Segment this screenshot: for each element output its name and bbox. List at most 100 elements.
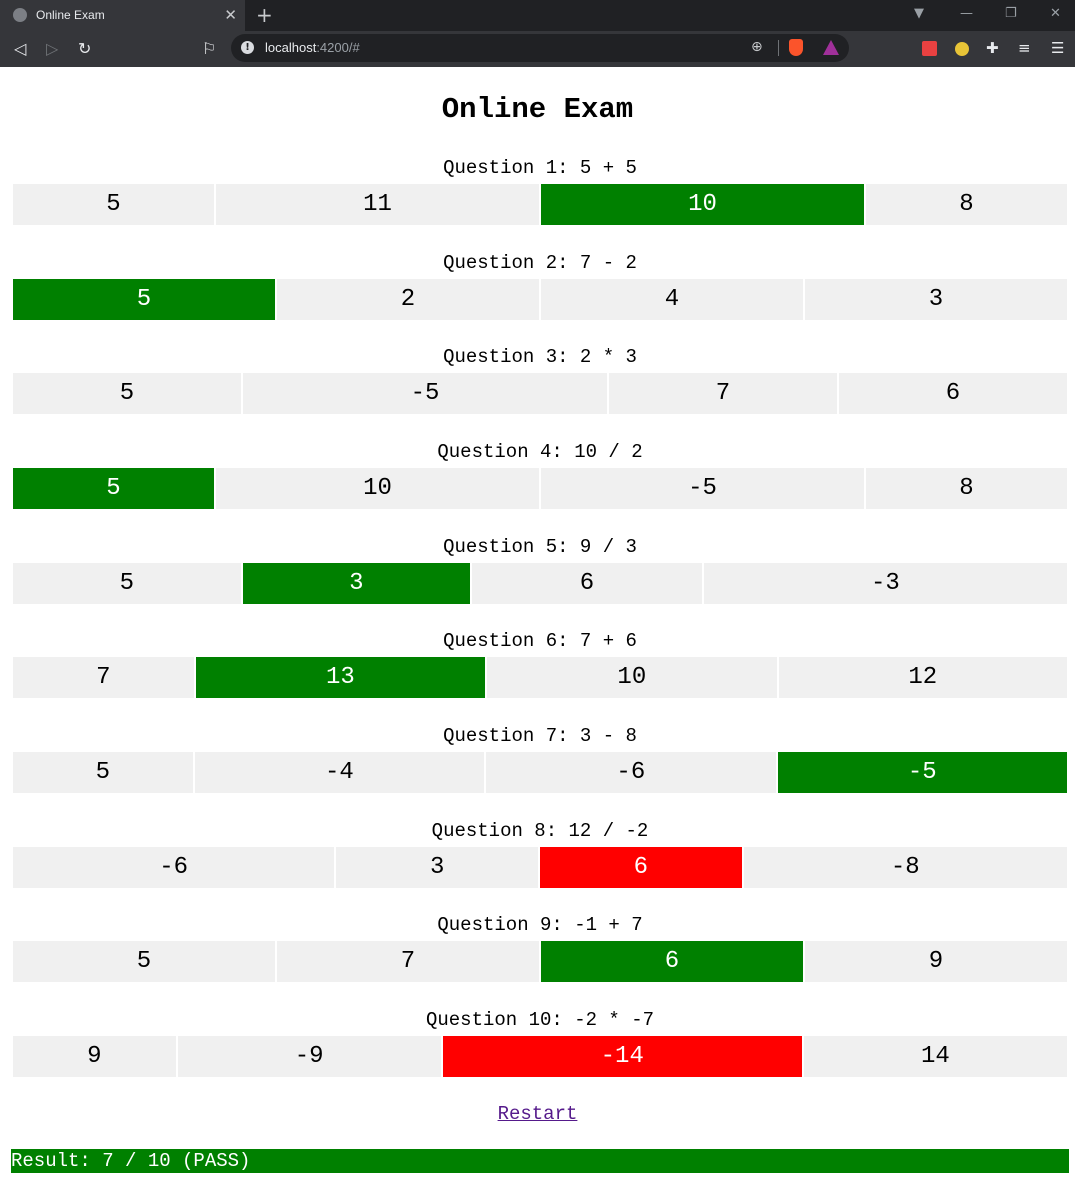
- divider: [778, 40, 779, 56]
- restart-container: Restart: [0, 1103, 1075, 1125]
- extension-icon[interactable]: [922, 41, 937, 56]
- brave-rewards-icon[interactable]: [823, 40, 839, 55]
- answer-option[interactable]: -8: [743, 847, 1067, 888]
- question-block: Question 10: -2 * -7 9 -9 -14 14: [13, 1007, 1067, 1077]
- question-label: Question 2: 7 - 2: [443, 252, 637, 274]
- answer-option[interactable]: 13: [195, 657, 486, 698]
- answer-option[interactable]: 6: [540, 847, 742, 888]
- answer-option[interactable]: 9: [13, 1036, 176, 1077]
- answer-option[interactable]: 11: [216, 184, 539, 225]
- question-label: Question 6: 7 + 6: [443, 630, 637, 652]
- question-block: Question 2: 7 - 2 5243: [13, 250, 1067, 320]
- answer-options: 5 3 6 -3: [13, 563, 1067, 604]
- answer-option[interactable]: 5: [13, 941, 275, 982]
- url-text: localhost:4200/#: [265, 40, 360, 55]
- answer-option[interactable]: -9: [177, 1036, 441, 1077]
- tab-search-icon[interactable]: ▼: [914, 6, 924, 21]
- restart-link[interactable]: Restart: [498, 1103, 578, 1125]
- answer-option[interactable]: 5: [13, 373, 241, 414]
- answer-option[interactable]: -4: [194, 752, 485, 793]
- answer-option[interactable]: 12: [778, 657, 1068, 698]
- answer-options: -6 3 6 -8: [13, 847, 1067, 888]
- answer-option[interactable]: 5: [13, 563, 241, 604]
- question-label: Question 5: 9 / 3: [443, 536, 637, 558]
- minimize-icon[interactable]: —: [960, 6, 973, 21]
- extensions-puzzle-icon[interactable]: ✚: [986, 39, 999, 57]
- answer-option[interactable]: 6: [472, 563, 702, 604]
- answer-option[interactable]: 5: [13, 184, 214, 225]
- answer-option[interactable]: -6: [486, 752, 776, 793]
- answer-option[interactable]: 5: [13, 279, 275, 320]
- answer-option[interactable]: 3: [805, 279, 1067, 320]
- answer-option[interactable]: 8: [866, 184, 1067, 225]
- answer-option[interactable]: 8: [866, 468, 1067, 509]
- answer-options: 5 11 10 8: [13, 184, 1067, 225]
- question-label: Question 3: 2 * 3: [443, 346, 637, 368]
- answer-option[interactable]: 7: [13, 657, 194, 698]
- answer-option[interactable]: 2: [277, 279, 539, 320]
- site-info-icon[interactable]: !: [241, 41, 254, 54]
- extension-icon[interactable]: [955, 42, 969, 56]
- new-tab-icon[interactable]: +: [256, 3, 273, 27]
- answer-option[interactable]: 10: [216, 468, 539, 509]
- browser-titlebar: Online Exam ✕ + ▼ — ❐ ✕: [0, 0, 1075, 31]
- answer-option[interactable]: 3: [242, 563, 471, 604]
- back-icon[interactable]: ◁: [14, 39, 26, 58]
- close-tab-icon[interactable]: ✕: [224, 6, 237, 24]
- answer-option[interactable]: -5: [541, 468, 864, 509]
- brave-shields-icon[interactable]: [789, 39, 803, 56]
- menu-icon[interactable]: ☰: [1051, 39, 1064, 57]
- question-block: Question 5: 9 / 3 5 3 6 -3: [13, 534, 1067, 604]
- answer-option[interactable]: 6: [839, 373, 1067, 414]
- question-label: Question 7: 3 - 8: [443, 725, 637, 747]
- answer-option[interactable]: 10: [541, 184, 864, 225]
- answer-option[interactable]: 4: [541, 279, 803, 320]
- question-block: Question 1: 5 + 5 5 11 10 8: [13, 155, 1067, 225]
- answer-option[interactable]: 9: [805, 941, 1067, 982]
- url-host: localhost: [265, 40, 317, 55]
- browser-toolbar: ◁ ▷ ↻ ⚐ ! localhost:4200/# ⊕ ✚ ≡ ☰: [0, 31, 1075, 67]
- forward-icon[interactable]: ▷: [46, 39, 58, 58]
- answer-options: 5 10 -5 8: [13, 468, 1067, 509]
- restore-icon[interactable]: ❐: [1005, 6, 1017, 21]
- answer-options: 5769: [13, 941, 1067, 982]
- answer-options: 9 -9 -14 14: [13, 1036, 1067, 1077]
- answer-option[interactable]: -14: [442, 1036, 802, 1077]
- answer-option[interactable]: 5: [13, 468, 214, 509]
- question-block: Question 8: 12 / -2 -6 3 6 -8: [13, 818, 1067, 888]
- question-block: Question 3: 2 * 3 5 -5 7 6: [13, 344, 1067, 414]
- question-block: Question 4: 10 / 2 5 10 -5 8: [13, 439, 1067, 509]
- address-bar[interactable]: ! localhost:4200/# ⊕: [231, 34, 849, 62]
- bookmark-icon[interactable]: ⚐: [202, 39, 216, 58]
- answer-option[interactable]: 7: [277, 941, 539, 982]
- answer-option[interactable]: -3: [703, 563, 1067, 604]
- answer-option[interactable]: 3: [336, 847, 538, 888]
- answer-option[interactable]: -5: [777, 752, 1068, 793]
- tab-title: Online Exam: [36, 8, 105, 22]
- answer-options: 7 13 10 12: [13, 657, 1068, 698]
- answer-options: 5 -5 7 6: [13, 373, 1067, 414]
- exam-page: Online Exam Question 1: 5 + 5 5 11 10 8 Quest…: [0, 67, 1075, 1204]
- question-label: Question 1: 5 + 5: [443, 157, 637, 179]
- question-block: Question 9: -1 + 7 5769: [13, 912, 1067, 982]
- result-bar: Result: 7 / 10 (PASS): [11, 1149, 1069, 1173]
- answer-option[interactable]: 7: [609, 373, 837, 414]
- question-label: Question 4: 10 / 2: [437, 441, 643, 463]
- globe-icon: [13, 8, 27, 22]
- zoom-icon[interactable]: ⊕: [751, 39, 763, 55]
- question-label: Question 9: -1 + 7: [437, 914, 643, 936]
- answer-options: 5243: [13, 279, 1067, 320]
- browser-tab[interactable]: Online Exam ✕: [0, 0, 245, 31]
- close-window-icon[interactable]: ✕: [1050, 6, 1061, 21]
- answer-option[interactable]: -6: [13, 847, 335, 888]
- answer-option[interactable]: -5: [243, 373, 607, 414]
- question-label: Question 10: -2 * -7: [425, 1009, 655, 1031]
- reload-icon[interactable]: ↻: [78, 39, 91, 58]
- question-label: Question 8: 12 / -2: [431, 820, 649, 842]
- url-path: :4200/#: [316, 40, 360, 55]
- answer-option[interactable]: 5: [13, 752, 193, 793]
- answer-option[interactable]: 6: [541, 941, 803, 982]
- answer-option[interactable]: 10: [487, 657, 777, 698]
- reading-list-icon[interactable]: ≡: [1018, 39, 1031, 57]
- answer-option[interactable]: 14: [803, 1036, 1067, 1077]
